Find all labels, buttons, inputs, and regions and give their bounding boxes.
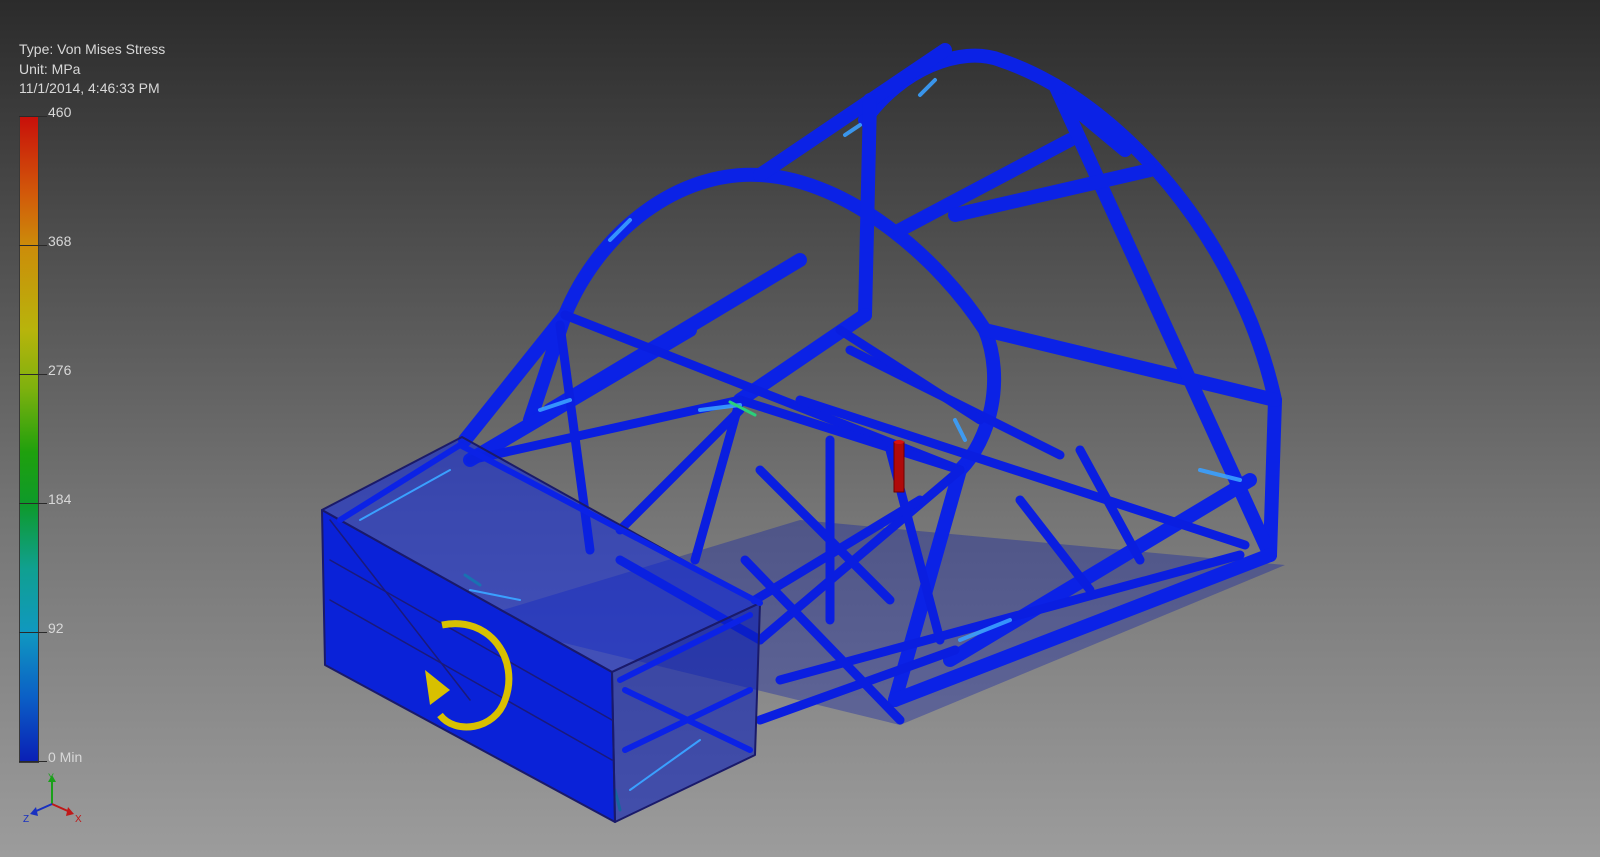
view-triad-icon[interactable]: Y X Z xyxy=(20,772,90,834)
chassis-frame-model xyxy=(321,43,1285,823)
triad-y-label: Y xyxy=(48,772,54,782)
triad-z-label: Z xyxy=(23,814,29,825)
triad-x-label: X xyxy=(75,814,82,825)
load-marker xyxy=(893,441,905,493)
model-viewport[interactable] xyxy=(0,0,1600,857)
